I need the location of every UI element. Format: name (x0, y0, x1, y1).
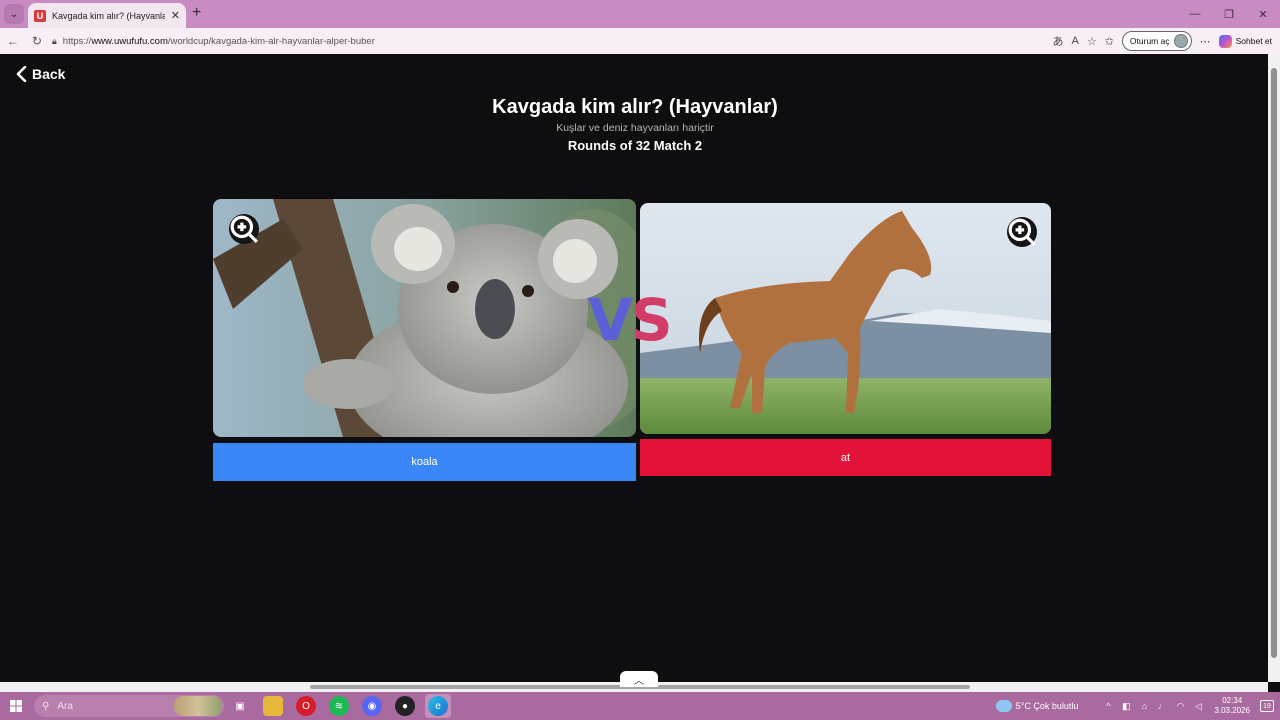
weather-text: 5°C Çok bulutlu (1015, 701, 1079, 711)
edge-icon[interactable]: e (428, 696, 448, 716)
round-indicator: Rounds of 32 Match 2 (567, 138, 703, 153)
close-window-icon[interactable]: ✕ (1246, 0, 1280, 28)
url-text: https://www.uwufufu.com/worldcup/kavgada… (62, 35, 375, 47)
zoom-in-icon (230, 215, 258, 243)
spotify-icon[interactable]: ≋ (329, 696, 349, 716)
horse-image-card[interactable] (640, 203, 1051, 434)
tab-title: Kavgada kim alır? (Hayvanlar) | Uw (52, 10, 165, 21)
app-icon[interactable]: ● (395, 696, 415, 716)
zoom-in-icon (1008, 218, 1036, 246)
versus-label: VS (588, 286, 673, 354)
search-placeholder: Ara (57, 700, 73, 712)
translate-icon[interactable]: あ (1052, 33, 1063, 49)
taskbar-search-box[interactable]: ⚲ Ara (34, 695, 224, 717)
vertical-scroll-thumb[interactable] (1271, 68, 1277, 658)
windows-start-icon[interactable] (0, 692, 32, 720)
weather-widget[interactable]: 5°C Çok bulutlu (995, 700, 1079, 712)
search-highlight-image (174, 696, 222, 716)
read-aloud-icon[interactable]: A (1071, 35, 1078, 47)
back-arrow-icon[interactable]: ← (2, 30, 24, 52)
clock-time: 02:34 (1222, 696, 1243, 705)
window-controls: — ❐ ✕ (1178, 0, 1280, 28)
clock[interactable]: 02:34 3.03.2026 (1214, 696, 1250, 716)
taskbar: ⚲ Ara ▣ O ≋ ◉ ● e 5°C Çok bulutlu ^ ◧ ⌂ … (0, 692, 1280, 720)
system-tray: 5°C Çok bulutlu ^ ◧ ⌂ ♩ ◠ ◁ 02:34 3.03.2… (995, 692, 1280, 720)
chevron-up-icon[interactable]: ︿ (620, 671, 658, 687)
koala-image (213, 199, 636, 437)
zoom-in-button-left[interactable] (229, 214, 259, 244)
tab-actions-menu-icon[interactable]: ⌄ (4, 4, 24, 24)
address-toolbar: ← ↻ 🔒︎ https://www.uwufufu.com/worldcup/… (0, 28, 1280, 54)
sign-in-button[interactable]: Oturum aç (1121, 31, 1192, 51)
more-options-icon[interactable]: ⋯ (1200, 35, 1211, 48)
url-field[interactable]: 🔒︎ https://www.uwufufu.com/worldcup/kavg… (52, 31, 982, 51)
avatar-icon (1173, 34, 1188, 48)
browser-tab-bar: ⌄ U Kavgada kim alır? (Hayvanlar) | Uw ✕… (0, 0, 1280, 28)
back-button[interactable]: Back (16, 66, 65, 82)
network-icon[interactable]: ⌂ (1138, 700, 1150, 712)
opera-icon[interactable]: O (296, 696, 316, 716)
copilot-icon (1218, 34, 1232, 48)
cloudy-weather-icon (995, 700, 1012, 712)
chevron-left-icon (16, 66, 27, 82)
koala-image-card[interactable] (213, 199, 636, 437)
microphone-icon[interactable]: ♩ (1156, 700, 1168, 712)
horse-image (640, 203, 1051, 434)
file-explorer-icon[interactable] (263, 696, 283, 716)
notification-icon[interactable]: 19 (1260, 700, 1274, 712)
zoom-in-button-right[interactable] (1007, 217, 1037, 247)
tray-app-icon[interactable]: ◧ (1120, 700, 1132, 712)
refresh-icon[interactable]: ↻ (26, 30, 48, 52)
choose-koala-button[interactable]: koala (213, 443, 636, 481)
minimize-icon[interactable]: — (1178, 0, 1212, 28)
search-icon: ⚲ (42, 700, 50, 712)
page-title: Kavgada kim alır? (Hayvanlar) (492, 96, 778, 118)
uwufufu-favicon-icon: U (34, 9, 46, 22)
copilot-button[interactable]: Sohbet et (1218, 34, 1272, 48)
browser-tab-active[interactable]: U Kavgada kim alır? (Hayvanlar) | Uw ✕ (28, 3, 186, 28)
restore-icon[interactable]: ❐ (1212, 0, 1246, 28)
task-view-icon[interactable]: ▣ (230, 696, 250, 716)
address-toolbar-actions: あ A ☆ ✩ Oturum aç ⋯ Sohbet et (1052, 31, 1272, 51)
chevron-up-icon[interactable]: ^ (1102, 700, 1114, 712)
back-label: Back (32, 66, 66, 82)
discord-icon[interactable]: ◉ (362, 696, 382, 716)
favorites-icon[interactable]: ✩ (1105, 35, 1114, 48)
clock-date: 3.03.2026 (1214, 706, 1250, 715)
choose-horse-button[interactable]: at (640, 439, 1051, 476)
page-subtitle: Kuşlar ve deniz hayvanları hariçtir (556, 122, 714, 134)
favorite-star-icon[interactable]: ☆ (1087, 35, 1097, 48)
new-tab-icon[interactable]: + (192, 4, 201, 22)
site-info-icon[interactable]: 🔒︎ (52, 36, 57, 47)
volume-icon[interactable]: ◁ (1192, 700, 1204, 712)
wifi-icon[interactable]: ◠ (1174, 700, 1186, 712)
close-tab-icon[interactable]: ✕ (171, 9, 180, 22)
